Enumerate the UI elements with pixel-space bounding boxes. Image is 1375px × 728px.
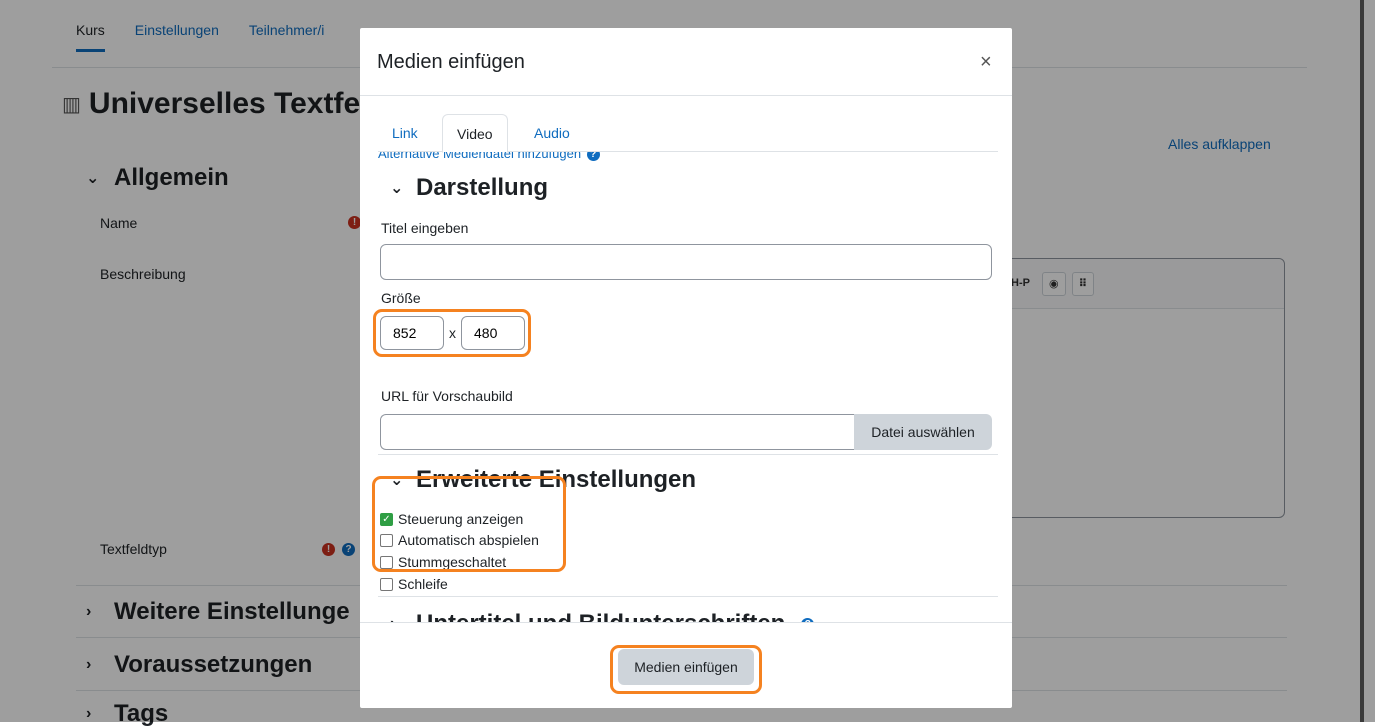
- insert-media-dialog: Medien einfügen × Link Video Audio Alter…: [360, 28, 1012, 708]
- add-alternative-media-link[interactable]: Alternative Mediendatei hinzufügen ?: [378, 152, 600, 162]
- thumbnail-url-row: Datei auswählen: [380, 414, 992, 450]
- highlight-insert-button: [610, 645, 762, 694]
- option-label: Schleife: [398, 576, 448, 592]
- help-icon[interactable]: ?: [586, 152, 600, 162]
- title-input[interactable]: [380, 244, 992, 280]
- section-display-title: Darstellung: [416, 174, 549, 201]
- section-divider: [378, 454, 998, 455]
- chevron-down-icon: ⌄: [390, 180, 404, 197]
- thumbnail-url-input[interactable]: [380, 414, 854, 450]
- section-subtitles-title: Untertitel und Bildunterschriften: [416, 610, 785, 622]
- tab-video[interactable]: Video: [442, 114, 508, 153]
- section-divider: [378, 596, 998, 597]
- modal-title: Medien einfügen: [377, 51, 525, 73]
- window-edge: [1360, 0, 1364, 722]
- modal-header: Medien einfügen ×: [360, 28, 1012, 96]
- section-subtitles-header[interactable]: › Untertitel und Bildunterschriften ?: [390, 610, 815, 622]
- thumbnail-url-label: URL für Vorschaubild: [381, 388, 513, 404]
- close-icon[interactable]: ×: [980, 52, 992, 72]
- media-type-tabs: Link Video Audio: [378, 114, 998, 153]
- tab-link[interactable]: Link: [378, 114, 432, 152]
- section-display-header[interactable]: ⌄ Darstellung: [390, 174, 548, 202]
- option-loop[interactable]: Schleife: [380, 576, 448, 592]
- highlight-size-fields: [373, 309, 531, 357]
- tab-audio[interactable]: Audio: [520, 114, 584, 152]
- add-alternative-media-text: Alternative Mediendatei hinzufügen: [378, 152, 582, 161]
- highlight-advanced-options: [372, 476, 566, 572]
- chevron-right-icon: ›: [390, 615, 404, 622]
- checkbox-loop[interactable]: [380, 577, 393, 591]
- size-label: Größe: [381, 290, 421, 306]
- title-label: Titel eingeben: [381, 220, 469, 236]
- choose-file-button[interactable]: Datei auswählen: [854, 414, 992, 450]
